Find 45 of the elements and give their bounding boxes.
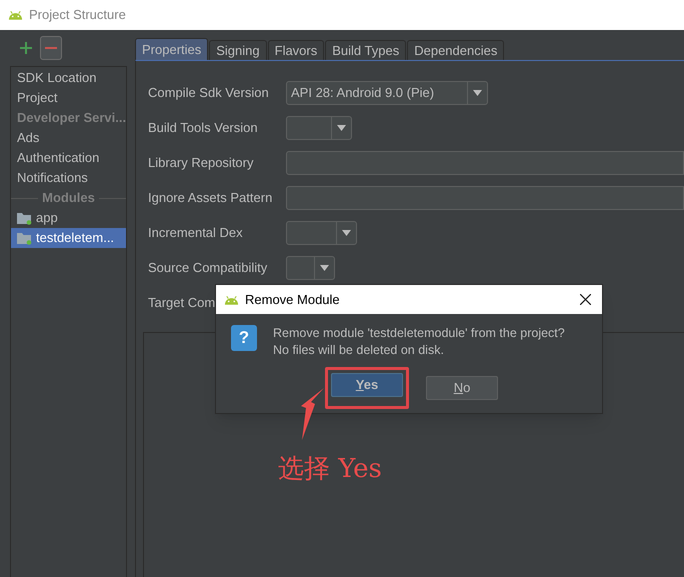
tab[interactable]: Build Types xyxy=(325,40,406,60)
android-icon xyxy=(224,294,239,304)
module-item[interactable]: app xyxy=(11,208,126,228)
dialog-message: Remove module 'testdeletemodule' from the project? xyxy=(273,325,565,342)
tab[interactable]: Properties xyxy=(135,38,208,60)
sidebar-item[interactable]: Notifications xyxy=(11,168,126,188)
android-icon xyxy=(8,10,23,20)
dropdown-arrow-icon xyxy=(473,90,482,96)
sidebar-group-header: Developer Servi... xyxy=(16,109,126,127)
dialog-button[interactable]: No xyxy=(426,376,498,400)
field-label: Compile Sdk Version xyxy=(148,84,270,102)
dialog-button[interactable]: Yes xyxy=(331,373,403,397)
dialog-title: Remove Module xyxy=(245,290,341,309)
field-label: Incremental Dex xyxy=(148,224,244,242)
folder-icon xyxy=(17,212,32,224)
dialog-note: No files will be deleted on disk. xyxy=(273,342,445,359)
dropdown-arrow-icon xyxy=(337,124,346,130)
annotation-text: 选择 Yes xyxy=(278,453,382,486)
field-label: Target Com xyxy=(148,294,216,312)
field-label: Build Tools Version xyxy=(148,118,259,137)
close-icon[interactable] xyxy=(580,294,591,305)
folder-icon xyxy=(17,232,32,244)
sidebar-item[interactable]: Authentication xyxy=(11,148,126,168)
sidebar-item[interactable]: SDK Location xyxy=(11,68,126,88)
field-label: Library Repository xyxy=(148,154,254,172)
tab[interactable]: Dependencies xyxy=(407,40,504,60)
minus-icon xyxy=(45,47,57,49)
dropdown-arrow-icon xyxy=(342,230,351,236)
sidebar-item[interactable]: Ads xyxy=(11,128,126,148)
modules-header: Modules xyxy=(41,189,96,208)
dropdown[interactable] xyxy=(286,256,335,280)
sidebar-item[interactable]: Project xyxy=(11,88,126,108)
tab[interactable]: Signing xyxy=(209,40,267,60)
question-icon: ? xyxy=(231,325,257,351)
text-field[interactable] xyxy=(286,150,684,174)
text-field[interactable] xyxy=(286,186,684,210)
plus-icon xyxy=(20,42,32,54)
dropdown[interactable]: API 28: Android 9.0 (Pie) xyxy=(286,80,488,104)
field-label: Ignore Assets Pattern xyxy=(148,188,274,207)
field-label: Source Compatibility xyxy=(148,258,268,277)
module-item[interactable]: testdeletem... xyxy=(11,228,126,248)
window-title: Project Structure xyxy=(29,6,126,24)
remove-button[interactable] xyxy=(40,36,62,60)
dropdown-arrow-icon xyxy=(320,264,329,270)
tab[interactable]: Flavors xyxy=(268,40,324,60)
